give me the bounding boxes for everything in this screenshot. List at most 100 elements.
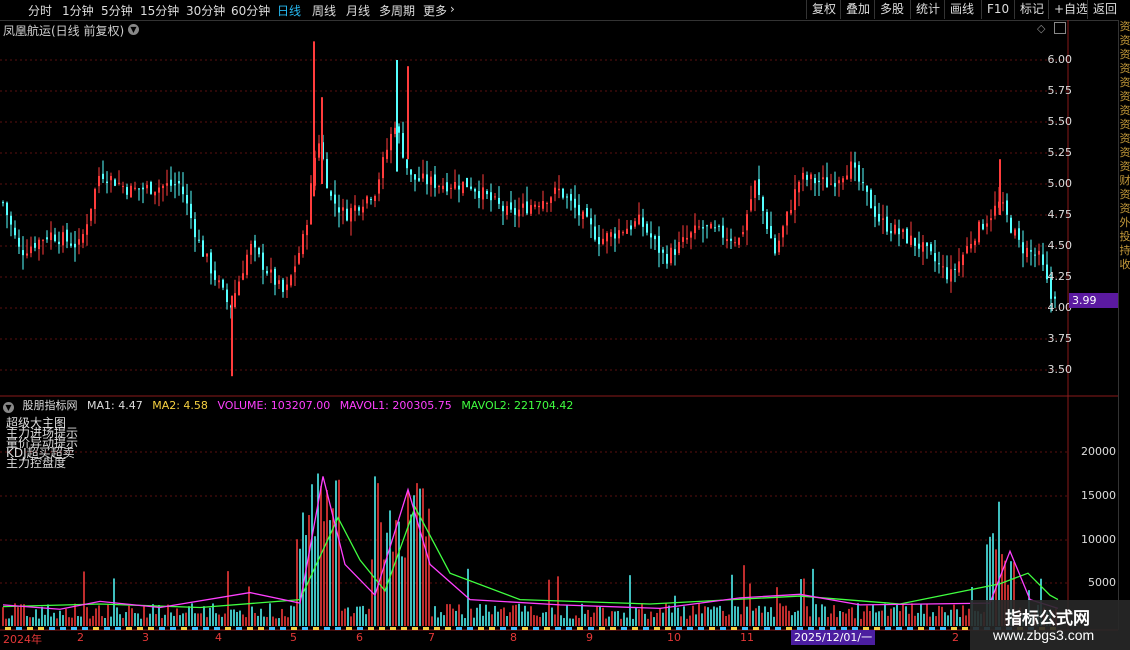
- candle-body: [174, 184, 176, 186]
- candle-body: [634, 221, 636, 227]
- side-char: 资: [1119, 188, 1130, 201]
- candle-body: [354, 205, 356, 211]
- period-tab-1[interactable]: 1分钟: [62, 2, 94, 19]
- candle-body: [182, 186, 184, 195]
- toolbar-button-5[interactable]: F10: [981, 0, 1014, 19]
- period-tab-5[interactable]: 60分钟: [231, 2, 270, 19]
- candle-body: [470, 186, 472, 189]
- chevron-right-icon[interactable]: ›: [450, 2, 455, 16]
- candle-body: [686, 237, 688, 240]
- candle-body: [278, 280, 280, 284]
- signal-marker: [170, 627, 176, 630]
- candle-body: [22, 250, 24, 256]
- candle-body: [50, 232, 52, 241]
- side-char: 资: [1119, 132, 1130, 145]
- signal-marker: [962, 627, 968, 630]
- candle-body: [126, 187, 128, 195]
- indicator-name: 股朋指标网: [22, 399, 78, 412]
- signal-marker: [665, 627, 671, 630]
- candle-body: [970, 243, 972, 249]
- signal-marker: [687, 627, 693, 630]
- signal-marker: [709, 627, 715, 630]
- candle-body: [454, 182, 456, 189]
- period-tab-3[interactable]: 15分钟: [140, 2, 179, 19]
- toolbar-button-3[interactable]: 统计: [910, 0, 945, 19]
- candle-body: [46, 237, 48, 240]
- candle-body: [842, 178, 844, 183]
- toolbar-button-1[interactable]: 叠加: [840, 0, 875, 19]
- candle-body: [538, 205, 540, 208]
- diamond-icon[interactable]: ◇: [1037, 22, 1045, 35]
- toolbar-button-4[interactable]: 画线: [944, 0, 979, 19]
- candle-body: [690, 232, 692, 238]
- candle-body: [998, 201, 1000, 208]
- candle-body: [610, 232, 612, 237]
- signal-marker: [577, 627, 583, 630]
- period-tab-4[interactable]: 30分钟: [186, 2, 225, 19]
- volume-value: VOLUME: 103207.00: [217, 399, 331, 412]
- signal-marker: [907, 627, 913, 630]
- side-char: 资: [1119, 48, 1130, 61]
- candle-body: [734, 242, 736, 244]
- candle-body: [482, 187, 484, 200]
- period-tab-7[interactable]: 周线: [312, 2, 336, 19]
- candle-body: [586, 207, 588, 217]
- toolbar-button-2[interactable]: 多股: [874, 0, 909, 19]
- candle-body: [714, 227, 716, 229]
- signal-marker: [247, 627, 253, 630]
- signal-marker: [885, 627, 891, 630]
- candle-body: [74, 243, 76, 248]
- candle-body: [306, 225, 308, 236]
- candle-body: [534, 204, 536, 207]
- candle-body: [78, 239, 80, 245]
- candle-body: [994, 205, 996, 216]
- candle-body: [554, 187, 556, 194]
- candle-body: [674, 249, 676, 255]
- toolbar-button-0[interactable]: 复权: [806, 0, 841, 19]
- period-tab-6[interactable]: 日线: [277, 2, 301, 19]
- stock-title: 凤凰航运(日线 前复权): [3, 24, 125, 38]
- period-toolbar: 分时 1分钟 5分钟 15分钟 30分钟 60分钟 日线 周线 月线 多周期 更多 › 复权 叠加 多股 统计…: [0, 0, 1130, 21]
- signal-marker: [148, 627, 154, 630]
- candle-body: [738, 237, 740, 245]
- cursor-date-label: 2025/12/01/一: [791, 630, 876, 645]
- signal-marker: [5, 627, 11, 630]
- window-toggle-icon[interactable]: [1054, 22, 1066, 34]
- toolbar-button-6[interactable]: 标记: [1014, 0, 1049, 19]
- candle-body: [342, 207, 344, 211]
- candle-body: [130, 185, 132, 198]
- candle-body: [58, 241, 60, 245]
- signal-marker: [214, 627, 220, 630]
- period-tab-8[interactable]: 月线: [346, 2, 370, 19]
- signal-marker: [280, 627, 286, 630]
- candle-body: [66, 229, 68, 242]
- period-tab-10[interactable]: 更多: [423, 2, 447, 19]
- candle-body: [446, 182, 448, 192]
- signal-marker: [16, 627, 22, 630]
- candle-body: [702, 227, 704, 229]
- signal-marker: [918, 627, 924, 630]
- candle-body: [930, 244, 932, 252]
- side-info-column[interactable]: 资资资资资资资资资资资财资资外投持收: [1118, 20, 1130, 630]
- period-tab-9[interactable]: 多周期: [379, 2, 415, 19]
- candle-body: [274, 268, 276, 285]
- period-tab-0[interactable]: 分时: [28, 2, 52, 19]
- candle-body: [982, 223, 984, 230]
- volume-tick-label: 20000: [1081, 445, 1116, 458]
- chevron-down-icon[interactable]: ▼: [128, 24, 139, 35]
- candle-body: [14, 227, 16, 236]
- signal-marker: [445, 627, 451, 630]
- candle-body: [258, 247, 260, 255]
- kline-chart[interactable]: [0, 0, 1130, 650]
- candle-body: [870, 189, 872, 209]
- chevron-down-icon[interactable]: ▼: [3, 402, 14, 413]
- side-char: 财: [1119, 174, 1130, 187]
- mavol1-line: [2, 476, 1059, 610]
- candle-body: [490, 192, 492, 201]
- signal-marker: [115, 627, 121, 630]
- signal-marker: [60, 627, 66, 630]
- mavol1-value: MAVOL1: 200305.75: [339, 399, 452, 412]
- candle-body: [494, 196, 496, 198]
- period-tab-2[interactable]: 5分钟: [101, 2, 133, 19]
- toolbar-button-8[interactable]: 返回: [1087, 0, 1122, 19]
